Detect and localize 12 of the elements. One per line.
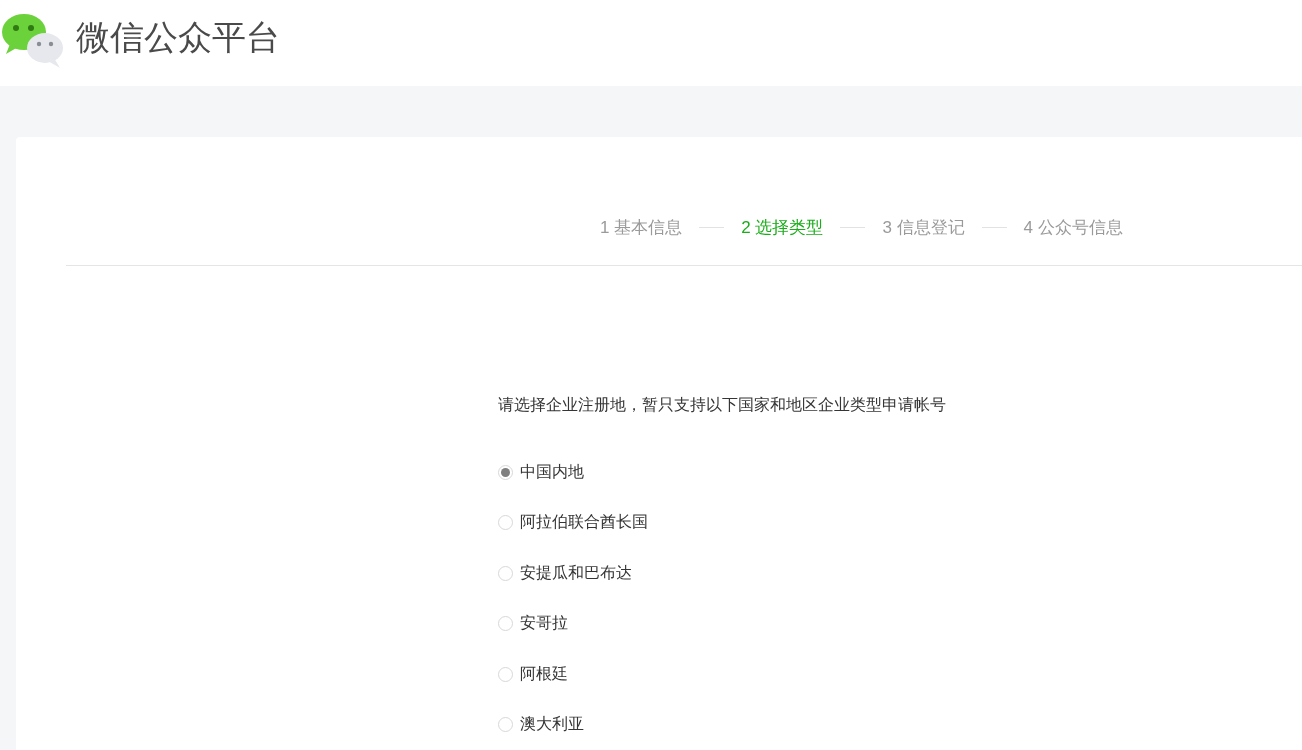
radio-label[interactable]: 安哥拉 xyxy=(520,613,568,635)
instruction-text: 请选择企业注册地，暂只支持以下国家和地区企业类型申请帐号 xyxy=(498,395,947,415)
step-label: 4 公众号信息 xyxy=(1023,216,1123,239)
radio-label[interactable]: 澳大利亚 xyxy=(520,714,584,736)
step-label: 1 基本信息 xyxy=(600,216,683,239)
radio-label[interactable]: 阿根廷 xyxy=(520,663,568,685)
platform-title: 微信公众平台 xyxy=(76,17,280,58)
step-label: 3 信息登记 xyxy=(882,216,965,239)
radio-label[interactable]: 安提瓜和巴布达 xyxy=(520,562,632,584)
radio-label[interactable]: 阿拉伯联合酋长国 xyxy=(520,512,648,534)
step-label: 2 选择类型 xyxy=(741,216,824,239)
radio-label[interactable]: 中国内地 xyxy=(520,461,584,483)
